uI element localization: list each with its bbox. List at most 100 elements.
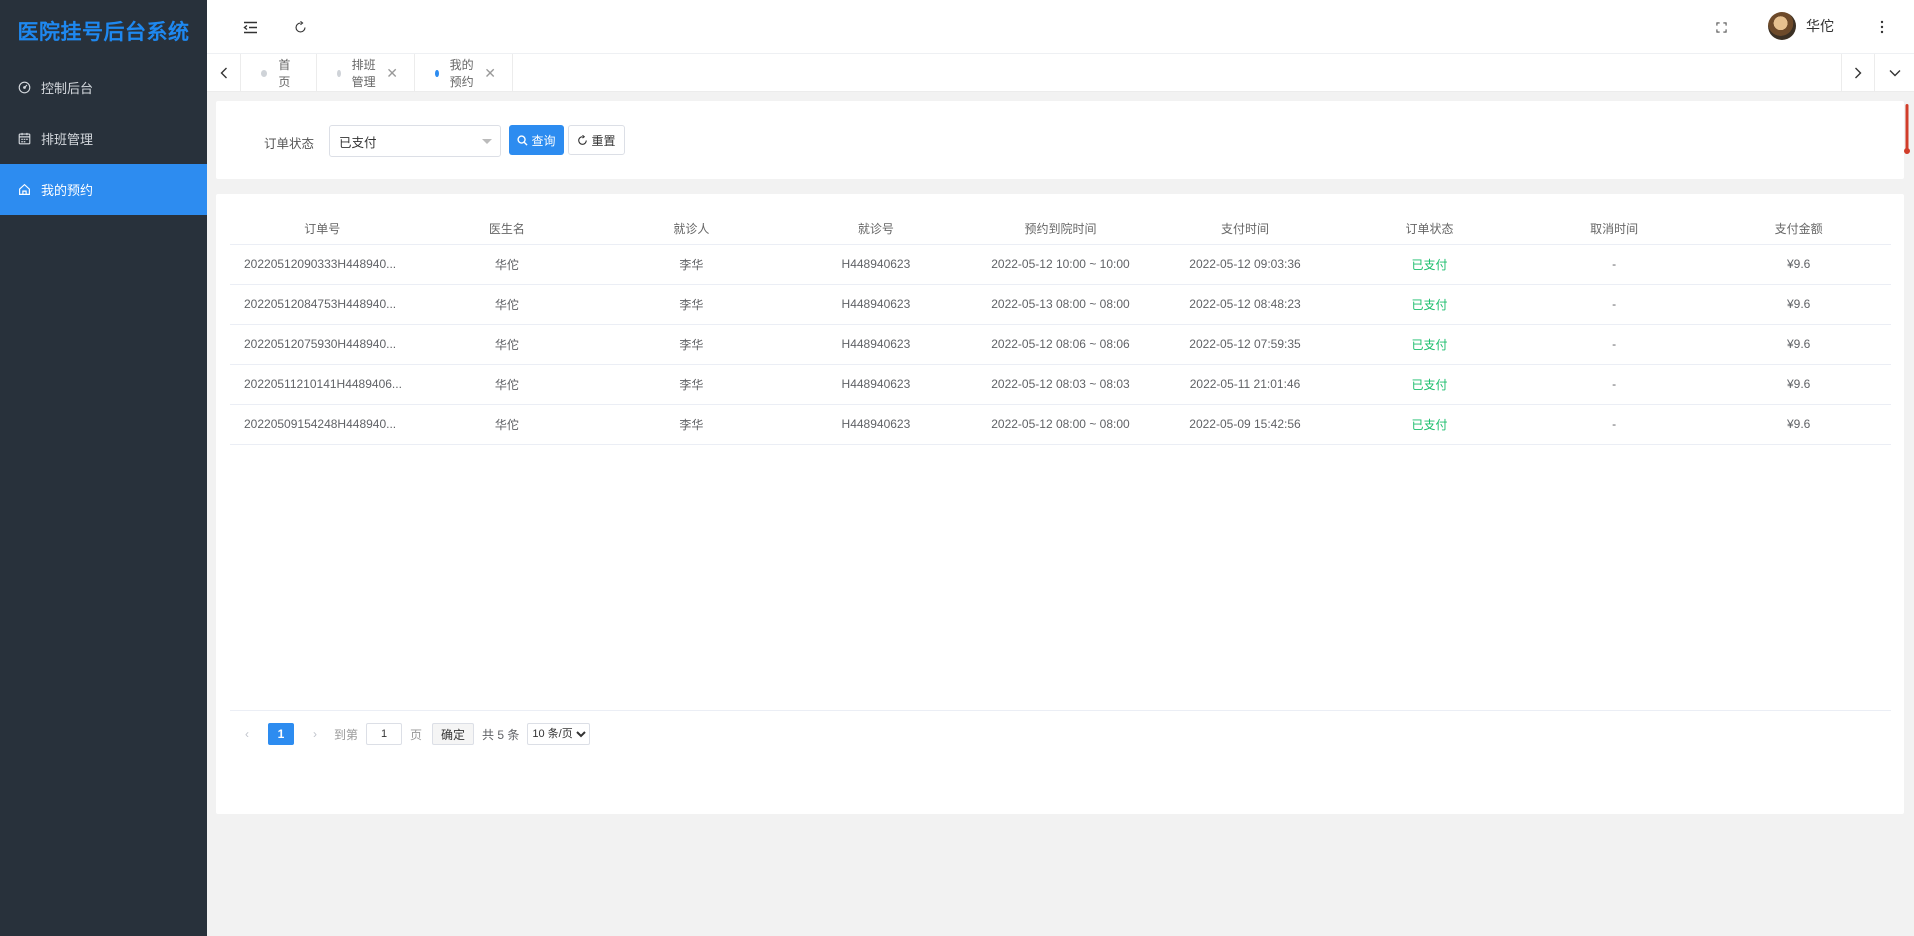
prev-page-icon[interactable]: ‹	[240, 727, 254, 741]
cancel-time-cell: -	[1521, 244, 1707, 285]
next-page-icon[interactable]: ›	[308, 727, 322, 741]
amount-cell: ¥9.6	[1706, 244, 1891, 285]
cancel-time-cell: -	[1521, 364, 1707, 405]
query-button-label: 查询	[531, 133, 556, 148]
sidebar-item-label: 我的预约	[41, 183, 94, 198]
tab-my-appointments[interactable]: 我的预约 ✕	[415, 54, 513, 92]
more-icon[interactable]	[1872, 17, 1892, 37]
visit-number-cell: H448940623	[783, 364, 969, 405]
close-icon[interactable]: ✕	[386, 65, 398, 82]
divider	[230, 710, 1891, 711]
patient-cell: 李华	[599, 404, 784, 445]
tab-dot	[261, 69, 268, 77]
status-badge: 已支付	[1337, 404, 1522, 445]
tabs-dropdown-icon[interactable]	[1875, 54, 1914, 92]
app-title: 医院挂号后台系统	[17, 21, 190, 44]
doctor-cell: 华佗	[414, 364, 600, 405]
refresh-icon	[578, 134, 588, 145]
cancel-time-cell: -	[1521, 284, 1707, 325]
table-row: 20220509154248H448940... 华佗 李华 H44894062…	[230, 404, 1891, 445]
avatar	[1768, 12, 1796, 40]
query-button[interactable]: 查询	[509, 125, 564, 155]
order-number-cell: 20220512090333H448940...	[230, 244, 415, 285]
visit-number-cell: H448940623	[783, 324, 969, 365]
orders-table: 订单号 医生名 就诊人 就诊号 预约到院时间 支付时间 订单状态 取消时间 支付…	[230, 214, 1891, 445]
tab-schedule[interactable]: 排班管理 ✕	[317, 54, 415, 92]
amount-cell: ¥9.6	[1706, 404, 1891, 445]
page-number-current[interactable]: 1	[268, 723, 294, 745]
column-header: 支付时间	[1152, 214, 1338, 245]
scroll-indicator[interactable]	[1904, 104, 1910, 156]
appointment-time-cell: 2022-05-12 10:00 ~ 10:00	[968, 244, 1153, 285]
table-row: 20220512075930H448940... 华佗 李华 H44894062…	[230, 324, 1891, 365]
amount-cell: ¥9.6	[1706, 364, 1891, 405]
column-header: 订单号	[230, 214, 415, 245]
amount-cell: ¥9.6	[1706, 324, 1891, 365]
patient-cell: 李华	[599, 284, 784, 325]
pagination: ‹ 1 › 到第 页 确定 共 5 条 10 条/页	[240, 722, 591, 746]
order-status-select[interactable]: 已支付	[329, 125, 501, 157]
sidebar-item-label: 排班管理	[41, 132, 94, 147]
tabs-scroll-right-icon[interactable]	[1841, 54, 1875, 92]
column-header: 预约到院时间	[968, 214, 1153, 245]
doctor-cell: 华佗	[414, 404, 600, 445]
fullscreen-icon[interactable]	[1711, 17, 1731, 37]
payment-time-cell: 2022-05-12 09:03:36	[1152, 244, 1338, 285]
total-count: 共 5 条	[482, 727, 520, 742]
tab-dot	[337, 69, 341, 77]
doctor-cell: 华佗	[414, 284, 600, 325]
appointment-time-cell: 2022-05-12 08:03 ~ 08:03	[968, 364, 1153, 405]
tabs-scroll-left-icon[interactable]	[207, 54, 241, 92]
column-header: 订单状态	[1337, 214, 1522, 245]
sidebar: 医院挂号后台系统 控制后台 排班管理 我的预约	[0, 0, 207, 936]
payment-time-cell: 2022-05-09 15:42:56	[1152, 404, 1338, 445]
column-header: 就诊人	[599, 214, 784, 245]
page-unit-label: 页	[410, 727, 423, 742]
username: 华佗	[1806, 18, 1834, 34]
goto-label: 到第	[334, 727, 359, 742]
tab-home[interactable]: 首页	[241, 54, 317, 92]
reset-button[interactable]: 重置	[568, 125, 625, 155]
reset-button-label: 重置	[591, 133, 616, 148]
goto-confirm-button[interactable]: 确定	[432, 723, 475, 745]
visit-number-cell: H448940623	[783, 244, 969, 285]
status-badge: 已支付	[1337, 324, 1522, 365]
user-menu[interactable]: 华佗	[1768, 12, 1834, 40]
sidebar-item-schedule[interactable]: 排班管理	[0, 113, 207, 164]
column-header: 取消时间	[1521, 214, 1707, 245]
payment-time-cell: 2022-05-11 21:01:46	[1152, 364, 1338, 405]
tab-label: 首页	[278, 58, 291, 89]
order-number-cell: 20220512084753H448940...	[230, 284, 415, 325]
tab-dot	[435, 69, 439, 77]
search-icon	[517, 134, 529, 146]
tabs-bar: 首页 排班管理 ✕ 我的预约 ✕	[207, 54, 1914, 92]
doctor-cell: 华佗	[414, 244, 600, 285]
page-size-select[interactable]: 10 条/页	[527, 723, 591, 745]
sidebar-item-my-appointments[interactable]: 我的预约	[0, 164, 207, 215]
table-row: 20220512084753H448940... 华佗 李华 H44894062…	[230, 284, 1891, 325]
order-status-value: 已支付	[339, 135, 377, 150]
visit-number-cell: H448940623	[783, 284, 969, 325]
status-badge: 已支付	[1337, 284, 1522, 325]
payment-time-cell: 2022-05-12 07:59:35	[1152, 324, 1338, 365]
refresh-icon[interactable]	[290, 17, 310, 37]
cancel-time-cell: -	[1521, 324, 1707, 365]
tab-label: 排班管理	[351, 58, 376, 89]
column-header: 医生名	[414, 214, 600, 245]
visit-number-cell: H448940623	[783, 404, 969, 445]
patient-cell: 李华	[599, 244, 784, 285]
order-status-label: 订单状态	[264, 137, 315, 151]
orders-panel: 订单号 医生名 就诊人 就诊号 预约到院时间 支付时间 订单状态 取消时间 支付…	[216, 194, 1904, 814]
patient-cell: 李华	[599, 324, 784, 365]
appointment-time-cell: 2022-05-12 08:06 ~ 08:06	[968, 324, 1153, 365]
status-badge: 已支付	[1337, 244, 1522, 285]
payment-time-cell: 2022-05-12 08:48:23	[1152, 284, 1338, 325]
close-icon[interactable]: ✕	[484, 65, 496, 82]
table-header-row: 订单号 医生名 就诊人 就诊号 预约到院时间 支付时间 订单状态 取消时间 支付…	[230, 214, 1891, 245]
status-badge: 已支付	[1337, 364, 1522, 405]
goto-page-input[interactable]	[366, 723, 403, 745]
collapse-menu-icon[interactable]	[240, 17, 260, 37]
calendar-icon	[18, 132, 31, 145]
sidebar-item-dashboard[interactable]: 控制后台	[0, 62, 207, 113]
column-header: 就诊号	[783, 214, 969, 245]
